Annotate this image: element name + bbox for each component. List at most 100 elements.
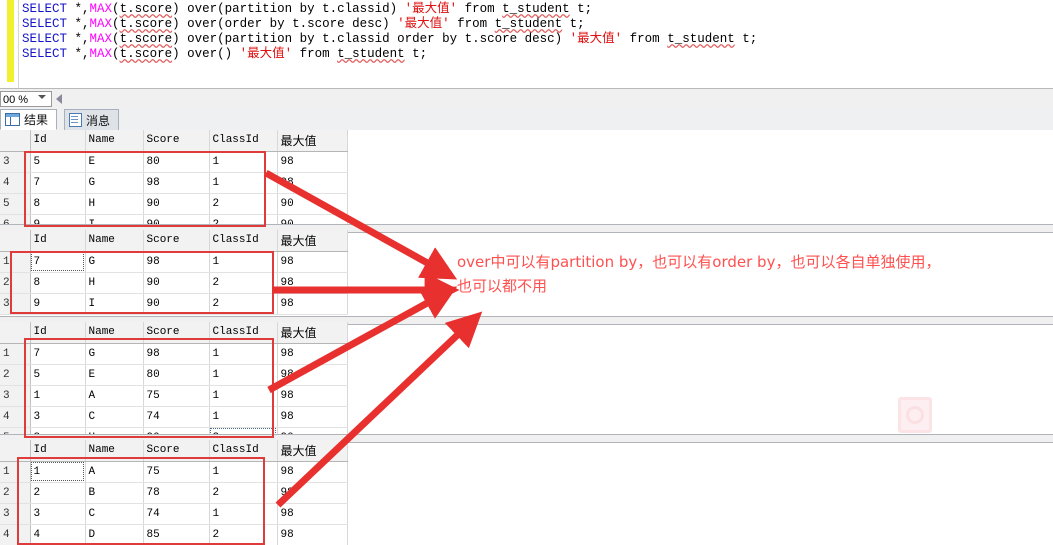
row-number[interactable]: 3 [0, 503, 31, 525]
cell-ClassId[interactable]: 1 [209, 151, 278, 173]
table-row[interactable]: 3 1 A 75 1 98 [0, 385, 348, 407]
tab-results[interactable]: 结果 [0, 109, 58, 130]
row-number[interactable]: 4 [0, 406, 31, 428]
cell-Name[interactable]: C [85, 406, 144, 428]
column-header-Id[interactable]: Id [30, 322, 86, 344]
grid-corner-cell[interactable] [0, 440, 31, 462]
row-number[interactable]: 1 [0, 343, 31, 365]
column-header-Score[interactable]: Score [143, 130, 210, 152]
cell-Id[interactable]: 5 [30, 364, 86, 386]
cell-最大值[interactable]: 98 [277, 461, 348, 483]
cell-Id[interactable]: 1 [30, 385, 86, 407]
row-number[interactable]: 5 [0, 193, 31, 215]
cell-Id[interactable]: 8 [30, 193, 86, 215]
table-row[interactable]: 2 2 B 78 2 98 [0, 482, 348, 504]
column-header-Score[interactable]: Score [143, 322, 210, 344]
column-header-Id[interactable]: Id [30, 440, 86, 462]
cell-Name[interactable]: H [85, 272, 144, 294]
cell-Name[interactable]: D [85, 524, 144, 545]
column-header-最大值[interactable]: 最大值 [277, 440, 348, 462]
column-header-ClassId[interactable]: ClassId [209, 230, 278, 252]
cell-Id[interactable]: 7 [30, 251, 86, 273]
cell-最大值[interactable]: 90 [277, 193, 348, 215]
cell-Score[interactable]: 78 [143, 482, 210, 504]
table-row[interactable]: 2 8 H 90 2 98 [0, 272, 348, 294]
table-row[interactable]: 1 7 G 98 1 98 [0, 251, 348, 273]
table-row[interactable]: 4 3 C 74 1 98 [0, 406, 348, 428]
result-grid-4[interactable]: Id Name Score ClassId 最大值 1 1 A 75 1 98 2 2 B 78 2 98 3 3 C… [0, 440, 1053, 545]
sql-line-1[interactable]: SELECT *,MAX(t.score) over(partition by … [22, 2, 1052, 17]
cell-最大值[interactable]: 98 [277, 503, 348, 525]
cell-Name[interactable]: A [85, 385, 144, 407]
cell-最大值[interactable]: 98 [277, 293, 348, 315]
cell-最大值[interactable]: 98 [277, 272, 348, 294]
cell-Score[interactable]: 98 [143, 251, 210, 273]
cell-ClassId[interactable]: 2 [209, 524, 278, 545]
cell-最大值[interactable]: 98 [277, 172, 348, 194]
cell-Score[interactable]: 74 [143, 406, 210, 428]
cell-Score[interactable]: 80 [143, 364, 210, 386]
row-number[interactable]: 2 [0, 482, 31, 504]
cell-Score[interactable]: 98 [143, 172, 210, 194]
grid-corner-cell[interactable] [0, 130, 31, 152]
cell-Id[interactable]: 5 [30, 151, 86, 173]
row-number[interactable]: 1 [0, 251, 31, 273]
cell-最大值[interactable]: 98 [277, 151, 348, 173]
cell-最大值[interactable]: 98 [277, 364, 348, 386]
row-number[interactable]: 3 [0, 151, 31, 173]
result-grid-3[interactable]: Id Name Score ClassId 最大值 1 7 G 98 1 98 2 5 E 80 1 98 3 1 A… [0, 322, 1053, 449]
table-row[interactable]: 2 5 E 80 1 98 [0, 364, 348, 386]
column-header-最大值[interactable]: 最大值 [277, 230, 348, 252]
sql-line-4[interactable]: SELECT *,MAX(t.score) over() '最大值' from … [22, 47, 1052, 62]
column-header-ClassId[interactable]: ClassId [209, 440, 278, 462]
column-header-最大值[interactable]: 最大值 [277, 130, 348, 152]
cell-Name[interactable]: G [85, 172, 144, 194]
column-header-Id[interactable]: Id [30, 130, 86, 152]
cell-Id[interactable]: 3 [30, 406, 86, 428]
cell-ClassId[interactable]: 1 [209, 406, 278, 428]
cell-Score[interactable]: 98 [143, 343, 210, 365]
cell-最大值[interactable]: 98 [277, 343, 348, 365]
row-number[interactable]: 2 [0, 272, 31, 294]
row-number[interactable]: 1 [0, 461, 31, 483]
row-number[interactable]: 3 [0, 385, 31, 407]
cell-Id[interactable]: 4 [30, 524, 86, 545]
cell-Id[interactable]: 1 [30, 461, 86, 483]
table-row[interactable]: 58H90290 [0, 193, 348, 215]
cell-ClassId[interactable]: 2 [209, 272, 278, 294]
cell-Name[interactable]: I [85, 293, 144, 315]
cell-Id[interactable]: 7 [30, 343, 86, 365]
result-grid-1[interactable]: Id Name Score ClassId 最大值 3 5 E 80 1 98 4 7 G 98 1 98 5 8 H… [0, 130, 1053, 236]
cell-Score[interactable]: 90 [143, 272, 210, 294]
cell-最大值[interactable]: 98 [277, 524, 348, 545]
sql-line-2[interactable]: SELECT *,MAX(t.score) over(order by t.sc… [22, 17, 1052, 32]
cell-Name[interactable]: E [85, 364, 144, 386]
row-number[interactable]: 3 [0, 293, 31, 315]
cell-ClassId[interactable]: 1 [209, 385, 278, 407]
column-header-Score[interactable]: Score [143, 230, 210, 252]
table-row[interactable]: 1 1 A 75 1 98 [0, 461, 348, 483]
tab-messages[interactable]: 消息 [64, 109, 120, 130]
cell-Id[interactable]: 2 [30, 482, 86, 504]
cell-Name[interactable]: B [85, 482, 144, 504]
cell-Id[interactable]: 3 [30, 503, 86, 525]
row-number[interactable]: 4 [0, 172, 31, 194]
column-header-Name[interactable]: Name [85, 230, 144, 252]
cell-Score[interactable]: 90 [143, 293, 210, 315]
cell-Name[interactable]: C [85, 503, 144, 525]
sql-code-area[interactable]: SELECT *,MAX(t.score) over(partition by … [22, 2, 1052, 62]
table-row[interactable]: 1 7 G 98 1 98 [0, 343, 348, 365]
cell-Name[interactable]: G [85, 343, 144, 365]
results-pane[interactable]: Id Name Score ClassId 最大值 3 5 E 80 1 98 4 7 G 98 1 98 5 8 H… [0, 130, 1053, 545]
chevron-down-icon[interactable] [38, 95, 46, 99]
table-row[interactable]: 3 5 E 80 1 98 [0, 151, 348, 173]
cell-ClassId[interactable]: 1 [209, 251, 278, 273]
column-header-Name[interactable]: Name [85, 130, 144, 152]
cell-ClassId[interactable]: 1 [209, 461, 278, 483]
column-header-Score[interactable]: Score [143, 440, 210, 462]
table-row[interactable]: 3 9 I 90 2 98 [0, 293, 348, 315]
grid-corner-cell[interactable] [0, 322, 31, 344]
cell-Score[interactable]: 75 [143, 461, 210, 483]
cell-ClassId[interactable]: 1 [209, 364, 278, 386]
cell-Id[interactable]: 8 [30, 272, 86, 294]
